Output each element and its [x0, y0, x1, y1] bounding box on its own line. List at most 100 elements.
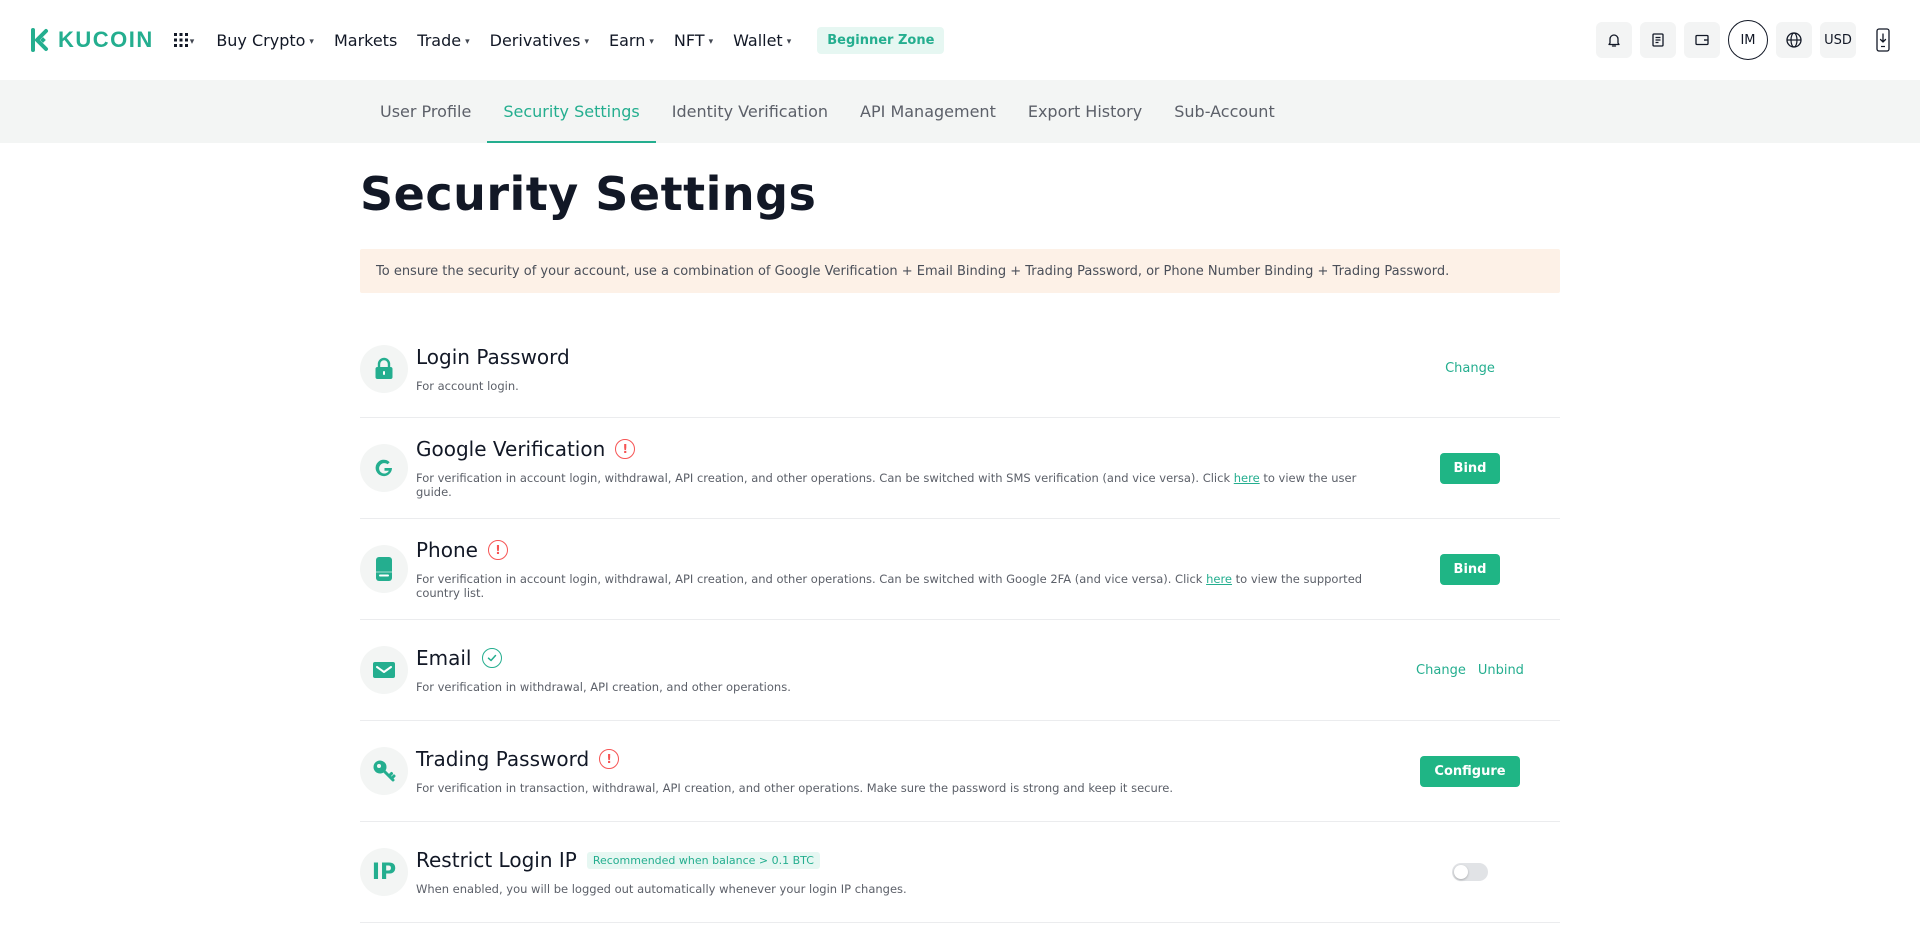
- nav-label: Derivatives: [489, 30, 581, 50]
- setting-row-trading-password: Trading Password ! For verification in t…: [360, 721, 1560, 822]
- description-text: For verification in account login, withd…: [416, 471, 1234, 485]
- grid-icon: [173, 33, 188, 47]
- setting-description: For verification in account login, withd…: [416, 572, 1380, 600]
- setting-title-line: Email: [416, 646, 1380, 670]
- beginner-zone-button[interactable]: Beginner Zone: [817, 26, 945, 54]
- bell-icon: [1608, 34, 1620, 47]
- google-icon: [360, 444, 408, 492]
- nav-label: Wallet: [733, 30, 783, 50]
- chevron-down-icon: ▾: [708, 37, 714, 47]
- chevron-down-icon: ▾: [465, 37, 470, 47]
- setting-actions: [1380, 863, 1560, 881]
- nav-label: Buy Crypto: [216, 30, 306, 50]
- warning-icon: !: [487, 540, 508, 560]
- setting-description: When enabled, you will be logged out aut…: [416, 882, 907, 896]
- orders-button[interactable]: [1640, 22, 1676, 58]
- nav-earn[interactable]: Earn ▾: [609, 31, 654, 50]
- bind-google-button[interactable]: Bind: [1439, 452, 1501, 484]
- language-button[interactable]: [1776, 22, 1812, 58]
- user-guide-link[interactable]: here: [1234, 471, 1260, 485]
- nav-label: Earn: [609, 30, 646, 50]
- assets-button[interactable]: [1684, 22, 1720, 58]
- setting-body: Google Verification ! For verification i…: [416, 437, 1380, 499]
- key-icon: [360, 747, 408, 795]
- kucoin-logo[interactable]: KUCOIN: [24, 26, 154, 54]
- nav-label: Trade: [417, 30, 462, 50]
- change-login-password-button[interactable]: Change: [1445, 361, 1495, 376]
- tab-security-settings[interactable]: Security Settings: [487, 80, 657, 143]
- nav-label: Markets: [333, 30, 398, 50]
- warning-icon: !: [599, 749, 620, 769]
- logo-text: KUCOIN: [58, 27, 154, 52]
- currency-selector[interactable]: USD: [1820, 22, 1856, 58]
- toggle-knob: [1454, 865, 1468, 879]
- unbind-email-button[interactable]: Unbind: [1478, 663, 1524, 678]
- nav-right-controls: IM USD: [1596, 20, 1896, 60]
- security-settings-page: Security Settings To ensure the security…: [360, 167, 1560, 923]
- setting-title: Google Verification: [416, 437, 606, 461]
- setting-description: For verification in account login, withd…: [416, 471, 1380, 499]
- restrict-ip-toggle[interactable]: [1452, 863, 1488, 881]
- setting-row-google-verification: Google Verification ! For verification i…: [360, 418, 1560, 519]
- ip-icon-text: IP: [371, 859, 397, 885]
- tab-export-history[interactable]: Export History: [1012, 80, 1158, 143]
- document-icon: [1652, 33, 1664, 47]
- download-app-button[interactable]: [1870, 22, 1896, 58]
- nav-derivatives[interactable]: Derivatives ▾: [490, 31, 589, 50]
- setting-title-line: Trading Password !: [416, 747, 1380, 771]
- account-subnav: User Profile Security Settings Identity …: [0, 80, 1920, 143]
- setting-actions: Change Unbind: [1380, 663, 1560, 678]
- phone-icon: [360, 545, 408, 593]
- recommendation-tag: Recommended when balance > 0.1 BTC: [586, 851, 820, 869]
- configure-trading-password-button[interactable]: Configure: [1420, 755, 1520, 787]
- setting-title: Login Password: [416, 344, 570, 369]
- nav-nft[interactable]: NFT ▾: [674, 31, 713, 50]
- setting-actions: Change: [1380, 361, 1560, 376]
- change-email-button[interactable]: Change: [1416, 663, 1466, 678]
- setting-title-line: Login Password: [416, 345, 1380, 369]
- setting-description: For account login.: [416, 378, 519, 393]
- nav-label: NFT: [673, 30, 705, 50]
- setting-body: Email For verification in withdrawal, AP…: [416, 646, 1380, 694]
- top-navigation: KUCOIN ▾ Buy Crypto ▾ Markets Trade ▾ De…: [0, 0, 1920, 80]
- nav-buy-crypto[interactable]: Buy Crypto ▾: [216, 31, 314, 50]
- wallet-icon: [1695, 34, 1709, 46]
- setting-title: Restrict Login IP: [416, 848, 577, 872]
- mobile-download-icon: [1876, 28, 1890, 52]
- setting-title-line: Phone !: [416, 538, 1380, 562]
- nav-trade[interactable]: Trade ▾: [417, 31, 469, 50]
- security-settings-list: Login Password For account login. Change…: [360, 320, 1560, 923]
- bind-phone-button[interactable]: Bind: [1439, 553, 1501, 585]
- chevron-down-icon: ▾: [189, 37, 195, 47]
- chevron-down-icon: ▾: [584, 37, 589, 47]
- setting-row-email: Email For verification in withdrawal, AP…: [360, 620, 1560, 721]
- setting-actions: Bind: [1380, 553, 1560, 585]
- apps-menu-button[interactable]: ▾: [173, 33, 195, 47]
- setting-title-line: Google Verification !: [416, 437, 1380, 461]
- setting-title: Trading Password: [416, 747, 590, 771]
- tab-api-management[interactable]: API Management: [844, 80, 1012, 143]
- setting-row-restrict-login-ip: IP Restrict Login IP Recommended when ba…: [360, 822, 1560, 923]
- check-circle-icon: [481, 648, 502, 668]
- chevron-down-icon: ▾: [786, 37, 792, 47]
- setting-body: Restrict Login IP Recommended when balan…: [416, 848, 1380, 896]
- nav-markets[interactable]: Markets: [334, 31, 397, 50]
- tab-user-profile[interactable]: User Profile: [364, 80, 487, 143]
- tab-sub-account[interactable]: Sub-Account: [1158, 80, 1290, 143]
- ip-icon: IP: [360, 848, 408, 896]
- setting-description: For verification in transaction, withdra…: [416, 781, 1173, 795]
- country-list-link[interactable]: here: [1206, 572, 1232, 586]
- setting-title: Email: [416, 646, 472, 670]
- lock-icon: [360, 344, 408, 393]
- setting-actions: Bind: [1380, 452, 1560, 484]
- description-text: For verification in account login, withd…: [416, 572, 1207, 586]
- globe-icon: [1786, 32, 1802, 48]
- avatar[interactable]: IM: [1728, 20, 1768, 60]
- setting-body: Login Password For account login.: [416, 345, 1380, 393]
- setting-body: Trading Password ! For verification in t…: [416, 747, 1380, 795]
- tab-identity-verification[interactable]: Identity Verification: [656, 80, 844, 143]
- nav-wallet[interactable]: Wallet ▾: [733, 31, 791, 50]
- notifications-button[interactable]: [1596, 22, 1632, 58]
- page-title: Security Settings: [360, 167, 817, 221]
- mail-icon: [360, 646, 408, 694]
